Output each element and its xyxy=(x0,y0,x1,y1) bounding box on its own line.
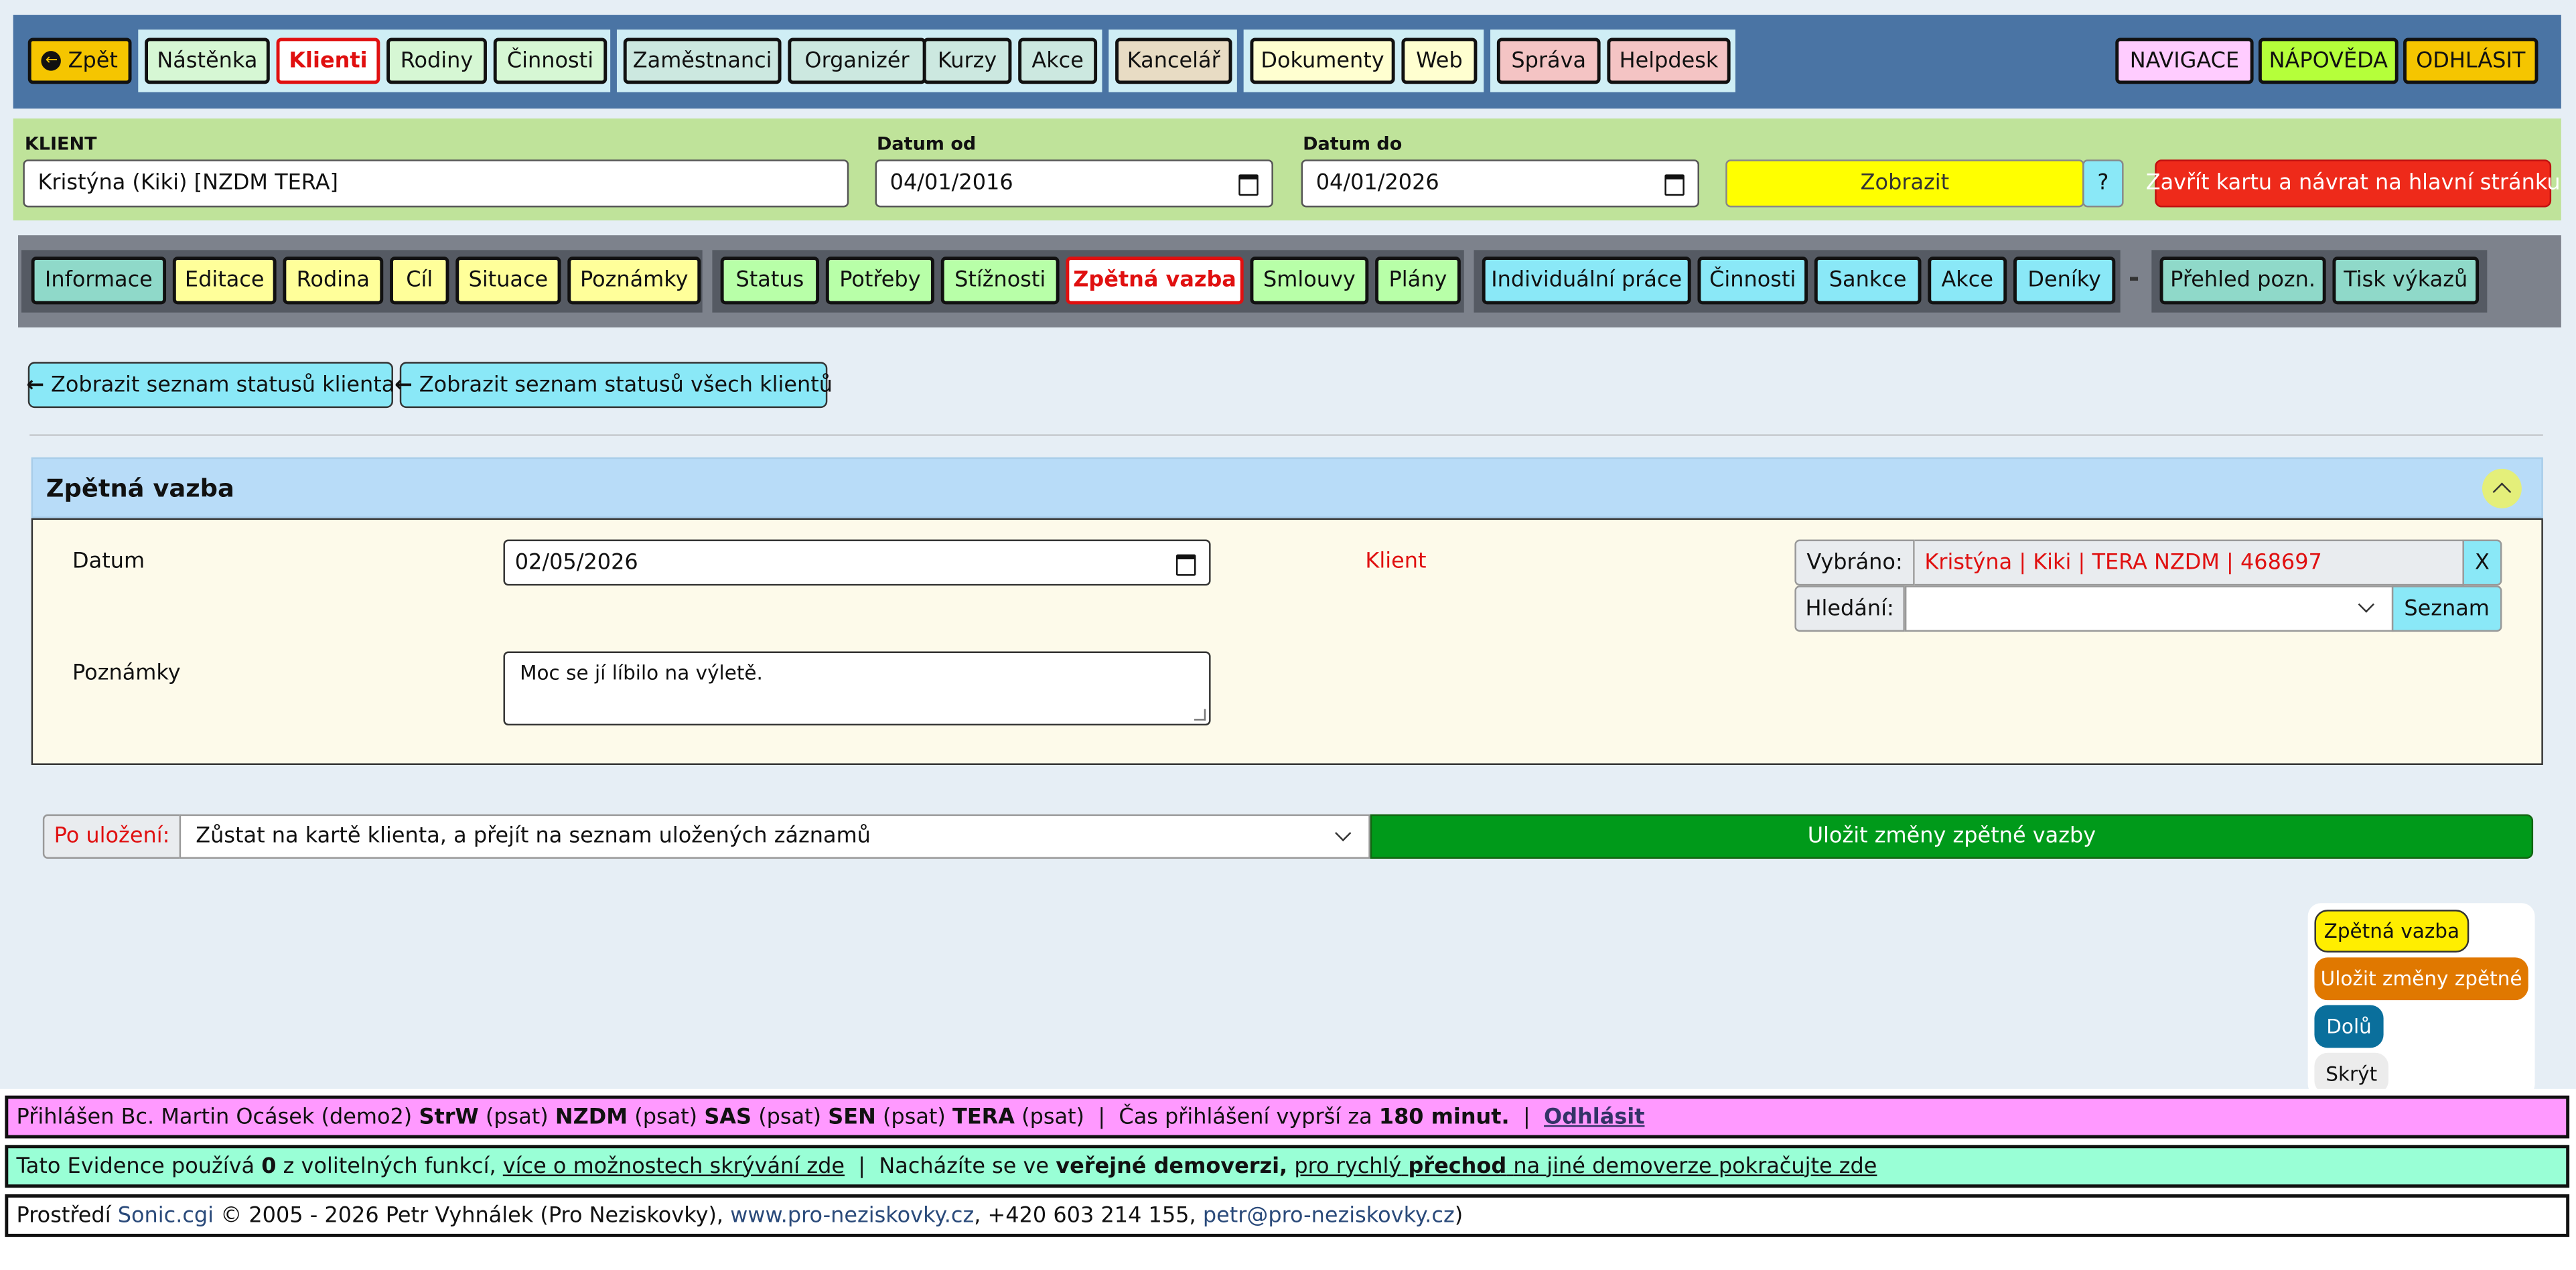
arrow-left-icon: ← xyxy=(395,372,413,398)
quick-zpetna-vazba[interactable]: Zpětná vazba xyxy=(2314,910,2470,952)
status-list-client-button[interactable]: ← Zobrazit seznam statusů klienta xyxy=(26,362,395,409)
datum-od-label: Datum od xyxy=(876,133,977,155)
back-button[interactable]: ← Zpět xyxy=(27,38,132,84)
form-title: Zpětná vazba xyxy=(46,474,234,504)
client-filter-bar: KLIENT Kristýna (Kiki) [NZDM TERA] Datum… xyxy=(13,118,2561,221)
tab-rodina[interactable]: Rodina xyxy=(283,257,384,305)
arrow-left-icon: ← xyxy=(26,372,45,398)
nav-web[interactable]: Web xyxy=(1401,38,1478,84)
klient-field-label: Klient xyxy=(1365,549,1427,575)
demo-link[interactable]: pro rychlý přechod na jiné demoverze pok… xyxy=(1294,1154,1877,1179)
quick-down[interactable]: Dolů xyxy=(2314,1005,2384,1048)
navigation-button[interactable]: NAVIGACE xyxy=(2115,38,2254,84)
tab-potreby[interactable]: Potřeby xyxy=(825,257,934,305)
klient-field[interactable]: Kristýna (Kiki) [NZDM TERA] xyxy=(23,159,849,208)
collapse-chevron-icon[interactable] xyxy=(2482,468,2522,508)
top-navigation: ← Zpět Nástěnka Klienti Rodiny Činnosti … xyxy=(13,15,2561,109)
calendar-icon[interactable] xyxy=(1664,174,1685,196)
divider xyxy=(29,434,2543,436)
help-button[interactable]: NÁPOVĚDA xyxy=(2258,38,2399,84)
nav-dokumenty[interactable]: Dokumenty xyxy=(1250,38,1395,84)
nav-cinnosti[interactable]: Činnosti xyxy=(493,38,607,84)
po-ulozeni-label: Po uložení: xyxy=(42,814,182,859)
tab-zpetna-vazba[interactable]: Zpětná vazba xyxy=(1066,257,1244,305)
nav-sprava[interactable]: Správa xyxy=(1496,38,1601,84)
tab-poznamky[interactable]: Poznámky xyxy=(567,257,701,305)
hledani-select[interactable] xyxy=(1904,585,2394,632)
tab-plany[interactable]: Plány xyxy=(1375,257,1461,305)
klient-label: KLIENT xyxy=(24,133,97,155)
client-tabs: Informace Editace Rodina Cíl Situace Poz… xyxy=(18,235,2561,328)
zobrazit-button[interactable]: Zobrazit xyxy=(1725,159,2084,208)
nav-zamestnanci[interactable]: Zaměstnanci xyxy=(623,38,782,84)
quick-save[interactable]: Uložit změny zpětné xyxy=(2314,957,2528,1001)
tab-cinnosti[interactable]: Činnosti xyxy=(1697,257,1808,305)
hledani-label: Hledání: xyxy=(1794,585,1905,632)
form-header[interactable]: Zpětná vazba xyxy=(31,457,2543,518)
footer-features-info: Tato Evidence používá 0 z volitelných fu… xyxy=(5,1145,2570,1188)
nav-helpdesk[interactable]: Helpdesk xyxy=(1607,38,1731,84)
poznamky-label: Poznámky xyxy=(72,661,181,687)
datum-input[interactable]: 02/05/2026 xyxy=(503,539,1211,586)
quick-menu: Zpětná vazba Uložit změny zpětné Dolů Sk… xyxy=(2307,903,2535,1098)
vybrano-value: Kristýna | Kiki | TERA NZDM | 468697 xyxy=(1914,539,2464,586)
chevron-down-icon xyxy=(2358,596,2374,613)
tab-situace[interactable]: Situace xyxy=(455,257,561,305)
nav-organizer[interactable]: Organizér xyxy=(788,38,926,84)
nav-rodiny[interactable]: Rodiny xyxy=(386,38,487,84)
email-link[interactable]: petr@pro-neziskovky.cz xyxy=(1203,1203,1455,1228)
clear-selection-button[interactable]: X xyxy=(2462,539,2502,586)
nav-klienti[interactable]: Klienti xyxy=(276,38,380,84)
features-link[interactable]: více o možnostech skrývání zde xyxy=(503,1154,845,1179)
footer-login-info: Přihlášen Bc. Martin Ocásek (demo2) StrW… xyxy=(5,1095,2570,1139)
tab-smlouvy[interactable]: Smlouvy xyxy=(1250,257,1369,305)
calendar-icon[interactable] xyxy=(1175,554,1196,576)
tab-tisk-vykazu[interactable]: Tisk výkazů xyxy=(2332,257,2480,305)
footer-logout-link[interactable]: Odhlásit xyxy=(1544,1105,1644,1129)
tab-cil[interactable]: Cíl xyxy=(390,257,449,305)
quick-hide[interactable]: Skrýt xyxy=(2314,1052,2388,1095)
po-ulozeni-select[interactable]: Zůstat na kartě klienta, a přejít na sez… xyxy=(179,814,1370,859)
tab-informace[interactable]: Informace xyxy=(31,257,167,305)
tab-deniky[interactable]: Deníky xyxy=(2013,257,2116,305)
datum-label: Datum xyxy=(72,549,145,575)
chevron-down-icon xyxy=(1335,825,1352,842)
calendar-icon[interactable] xyxy=(1238,174,1259,196)
nav-kurzy[interactable]: Kurzy xyxy=(922,38,1012,84)
nav-akce[interactable]: Akce xyxy=(1018,38,1098,84)
logout-button[interactable]: ODHLÁSIT xyxy=(2403,38,2538,84)
app-window: ← Zpět Nástěnka Klienti Rodiny Činnosti … xyxy=(0,0,2576,1247)
nav-kancelar[interactable]: Kancelář xyxy=(1115,38,1232,84)
poznamky-textarea[interactable]: Moc se jí líbilo na výletě. xyxy=(503,651,1211,726)
close-card-button[interactable]: Zavřít kartu a návrat na hlavní stránku xyxy=(2146,159,2561,208)
datum-od-input[interactable]: 04/01/2016 xyxy=(875,159,1273,208)
tab-sankce[interactable]: Sankce xyxy=(1814,257,1922,305)
tab-individualni-prace[interactable]: Individuální práce xyxy=(1482,257,1691,305)
tab-prehled-pozn[interactable]: Přehled pozn. xyxy=(2159,257,2326,305)
form-body: Datum 02/05/2026 Klient Vybráno: Kristýn… xyxy=(31,518,2543,765)
arrow-left-circle-icon: ← xyxy=(42,51,62,71)
status-list-all-button[interactable]: ← Zobrazit seznam statusů všech klientů xyxy=(395,362,833,409)
nav-nastenka[interactable]: Nástěnka xyxy=(145,38,270,84)
save-feedback-button[interactable]: Uložit změny zpětné vazby xyxy=(1370,814,2534,859)
datum-do-label: Datum do xyxy=(1303,133,1403,155)
filter-help-button[interactable]: ? xyxy=(2082,159,2124,208)
tab-akce[interactable]: Akce xyxy=(1928,257,2007,305)
resize-handle-icon[interactable] xyxy=(1194,709,1206,721)
seznam-button[interactable]: Seznam xyxy=(2391,585,2502,632)
datum-do-input[interactable]: 04/01/2026 xyxy=(1301,159,1699,208)
tab-separator: - xyxy=(2128,261,2140,293)
tab-stiznosti[interactable]: Stížnosti xyxy=(940,257,1060,305)
website-link[interactable]: www.pro-neziskovky.cz xyxy=(730,1203,974,1228)
tab-status[interactable]: Status xyxy=(720,257,820,305)
footer-copyright: Prostředí Sonic.cgi © 2005 - 2026 Petr V… xyxy=(5,1194,2570,1237)
sonic-link[interactable]: Sonic.cgi xyxy=(118,1203,214,1228)
vybrano-label: Vybráno: xyxy=(1794,539,1915,586)
tab-editace[interactable]: Editace xyxy=(172,257,277,305)
